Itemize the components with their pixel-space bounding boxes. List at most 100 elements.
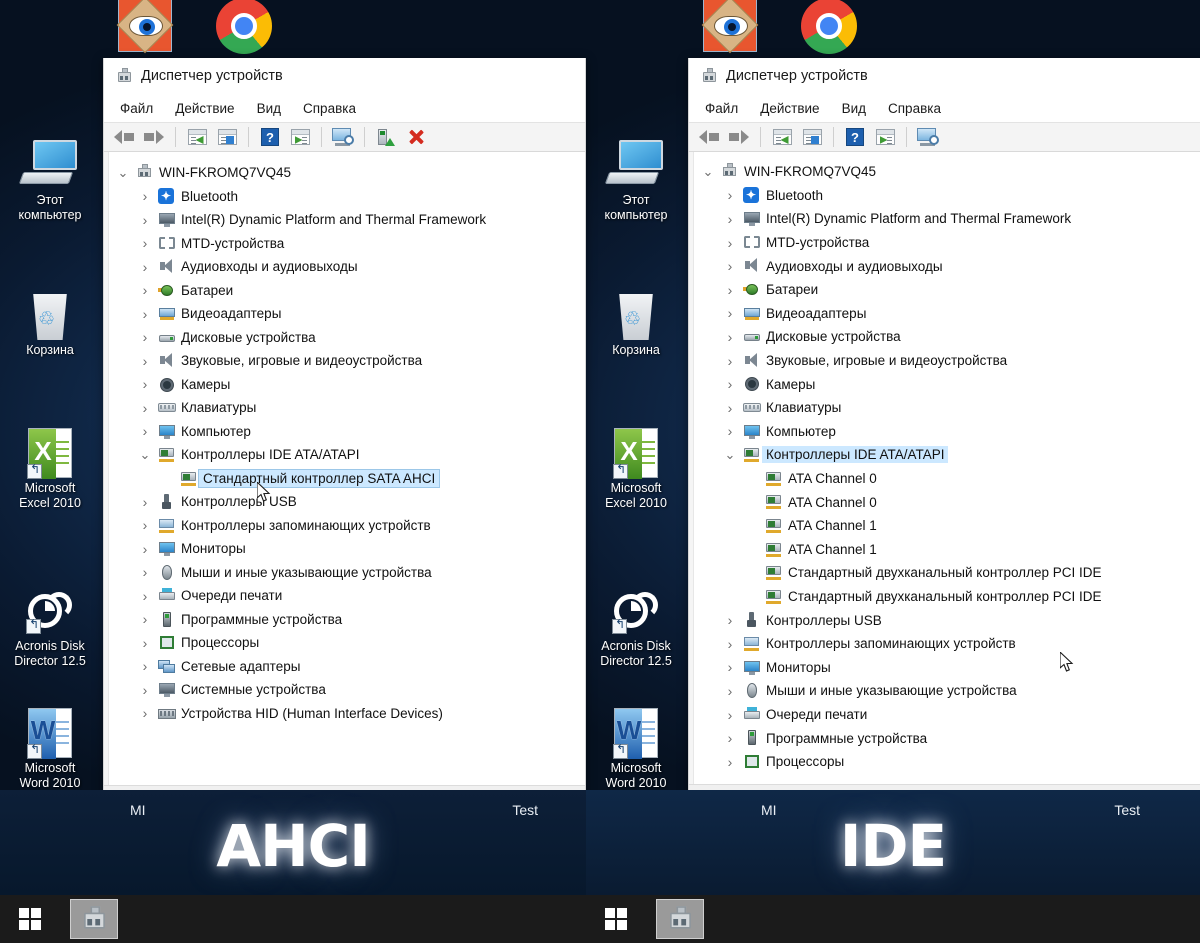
device-tree-item[interactable]: › Сетевые адаптеры xyxy=(104,655,585,679)
device-tree-item[interactable]: ATA Channel 1 xyxy=(689,538,1200,562)
faststone-image-viewer-icon[interactable] xyxy=(701,0,761,56)
refresh-hardware-button[interactable] xyxy=(215,126,239,148)
desktop-icon-recycle-bin[interactable]: ♲ Корзина xyxy=(588,282,684,358)
chevron-right-icon[interactable]: › xyxy=(723,400,737,416)
update-driver-button[interactable] xyxy=(374,126,398,148)
device-tree-item[interactable]: › Компьютер xyxy=(689,420,1200,444)
device-tree-item[interactable]: › Мониторы xyxy=(689,656,1200,680)
desktop-icon-excel[interactable]: X Microsoft Excel 2010 xyxy=(2,420,98,511)
device-tree-item[interactable]: › ✦ Bluetooth xyxy=(689,184,1200,208)
device-tree-item[interactable]: › Очереди печати xyxy=(689,703,1200,727)
menu-item-view[interactable]: Вид xyxy=(257,101,281,116)
chevron-right-icon[interactable]: › xyxy=(723,707,737,723)
scan-for-hardware-changes-button[interactable] xyxy=(331,126,355,148)
desktop-icon-word[interactable]: W Microsoft Word 2010 xyxy=(588,700,684,791)
chevron-right-icon[interactable]: › xyxy=(138,259,152,275)
device-tree-item[interactable]: › Мониторы xyxy=(104,537,585,561)
chevron-right-icon[interactable]: › xyxy=(138,541,152,557)
device-tree-item[interactable]: Стандартный контроллер SATA AHCI xyxy=(104,467,585,491)
taskbar[interactable] xyxy=(0,895,1200,943)
help-button[interactable]: ? xyxy=(843,126,867,148)
chevron-right-icon[interactable]: › xyxy=(723,329,737,345)
chevron-down-icon[interactable]: ⌄ xyxy=(723,447,737,463)
device-tree-item[interactable]: ⌄ Контроллеры IDE ATA/ATAPI xyxy=(689,443,1200,467)
help-button[interactable]: ? xyxy=(258,126,282,148)
menu-item-view[interactable]: Вид xyxy=(842,101,866,116)
google-chrome-icon[interactable] xyxy=(801,0,859,56)
device-tree-item[interactable]: › Звуковые, игровые и видеоустройства xyxy=(104,349,585,373)
device-tree-ide[interactable]: ⌄ WIN-FKROMQ7VQ45 › ✦ Bluetooth › Intel(R) Dyn… xyxy=(689,152,1200,784)
chevron-right-icon[interactable]: › xyxy=(723,376,737,392)
device-tree-ahci[interactable]: ⌄ WIN-FKROMQ7VQ45 › ✦ Bluetooth › Intel(R) Dyn… xyxy=(104,152,585,785)
back-button[interactable] xyxy=(697,126,721,148)
chevron-right-icon[interactable]: › xyxy=(723,258,737,274)
desktop-icon-excel[interactable]: X Microsoft Excel 2010 xyxy=(588,420,684,511)
toolbar[interactable]: ? xyxy=(104,122,585,152)
device-tree-item[interactable]: ⌄ WIN-FKROMQ7VQ45 xyxy=(689,160,1200,184)
device-tree-item[interactable]: › Контроллеры USB xyxy=(689,608,1200,632)
chevron-right-icon[interactable]: › xyxy=(138,517,152,533)
chevron-right-icon[interactable]: › xyxy=(138,423,152,439)
chevron-right-icon[interactable]: › xyxy=(723,211,737,227)
device-tree-item[interactable]: › Аудиовходы и аудиовыходы xyxy=(104,255,585,279)
device-tree-item[interactable]: › Видеоадаптеры xyxy=(104,302,585,326)
device-tree-item[interactable]: › Клавиатуры xyxy=(689,396,1200,420)
properties-button[interactable] xyxy=(185,126,209,148)
device-tree-item[interactable]: › Камеры xyxy=(689,372,1200,396)
device-tree-item[interactable]: › Контроллеры запоминающих устройств xyxy=(689,632,1200,656)
chevron-right-icon[interactable]: › xyxy=(723,612,737,628)
taskbar-item-device-manager[interactable] xyxy=(70,899,118,939)
desktop-icon-this-pc[interactable]: Этот компьютер xyxy=(2,132,98,223)
toolbar[interactable]: ? xyxy=(689,122,1200,152)
desktop-icon-acronis[interactable]: Acronis Disk Director 12.5 xyxy=(588,578,684,669)
menu-item-action[interactable]: Действие xyxy=(175,101,234,116)
forward-button[interactable] xyxy=(142,126,166,148)
device-tree-item[interactable]: Стандартный двухканальный контроллер PCI… xyxy=(689,585,1200,609)
chevron-right-icon[interactable]: › xyxy=(138,212,152,228)
device-tree-item[interactable]: › Клавиатуры xyxy=(104,396,585,420)
device-tree-item[interactable]: › MTD-устройства xyxy=(104,232,585,256)
menu-item-file[interactable]: Файл xyxy=(705,101,738,116)
chevron-right-icon[interactable]: › xyxy=(138,705,152,721)
desktop-icon-this-pc[interactable]: Этот компьютер xyxy=(588,132,684,223)
device-tree-item[interactable]: Стандартный двухканальный контроллер PCI… xyxy=(689,561,1200,585)
device-tree-item[interactable]: › Дисковые устройства xyxy=(689,325,1200,349)
menu-item-file[interactable]: Файл xyxy=(120,101,153,116)
device-tree-item[interactable]: ⌄ Контроллеры IDE ATA/ATAPI xyxy=(104,443,585,467)
scan-for-hardware-changes-button[interactable] xyxy=(916,126,940,148)
chevron-right-icon[interactable]: › xyxy=(138,682,152,698)
chevron-right-icon[interactable]: › xyxy=(723,730,737,746)
device-tree-item[interactable]: ATA Channel 1 xyxy=(689,514,1200,538)
menu-item-help[interactable]: Справка xyxy=(888,101,941,116)
device-tree-item[interactable]: › Intel(R) Dynamic Platform and Thermal F… xyxy=(104,208,585,232)
device-tree-item[interactable]: › MTD-устройства xyxy=(689,231,1200,255)
refresh-hardware-button[interactable] xyxy=(800,126,824,148)
device-tree-item[interactable]: › Контроллеры USB xyxy=(104,490,585,514)
device-tree-item[interactable]: › ✦ Bluetooth xyxy=(104,185,585,209)
chevron-right-icon[interactable]: › xyxy=(138,353,152,369)
properties-button[interactable] xyxy=(770,126,794,148)
menu-bar[interactable]: Файл Действие Вид Справка xyxy=(104,94,585,122)
chevron-right-icon[interactable]: › xyxy=(138,376,152,392)
chevron-down-icon[interactable]: ⌄ xyxy=(701,164,715,180)
start-button[interactable] xyxy=(592,895,640,943)
device-tree-item[interactable]: › Программные устройства xyxy=(689,726,1200,750)
taskbar-item-device-manager[interactable] xyxy=(656,899,704,939)
chevron-down-icon[interactable]: ⌄ xyxy=(116,165,130,181)
device-tree-item[interactable]: › Звуковые, игровые и видеоустройства xyxy=(689,349,1200,373)
menu-item-help[interactable]: Справка xyxy=(303,101,356,116)
device-tree-item[interactable]: › Видеоадаптеры xyxy=(689,302,1200,326)
chevron-right-icon[interactable]: › xyxy=(723,353,737,369)
chevron-right-icon[interactable]: › xyxy=(138,235,152,251)
device-tree-item[interactable]: ATA Channel 0 xyxy=(689,490,1200,514)
forward-button[interactable] xyxy=(727,126,751,148)
device-tree-item[interactable]: › Аудиовходы и аудиовыходы xyxy=(689,254,1200,278)
device-tree-item[interactable]: › Мыши и иные указывающие устройства xyxy=(689,679,1200,703)
chevron-right-icon[interactable]: › xyxy=(138,400,152,416)
show-hidden-devices-button[interactable] xyxy=(873,126,897,148)
chevron-right-icon[interactable]: › xyxy=(138,658,152,674)
device-tree-item[interactable]: › Камеры xyxy=(104,373,585,397)
chevron-right-icon[interactable]: › xyxy=(138,188,152,204)
chevron-right-icon[interactable]: › xyxy=(138,329,152,345)
chevron-right-icon[interactable]: › xyxy=(138,635,152,651)
